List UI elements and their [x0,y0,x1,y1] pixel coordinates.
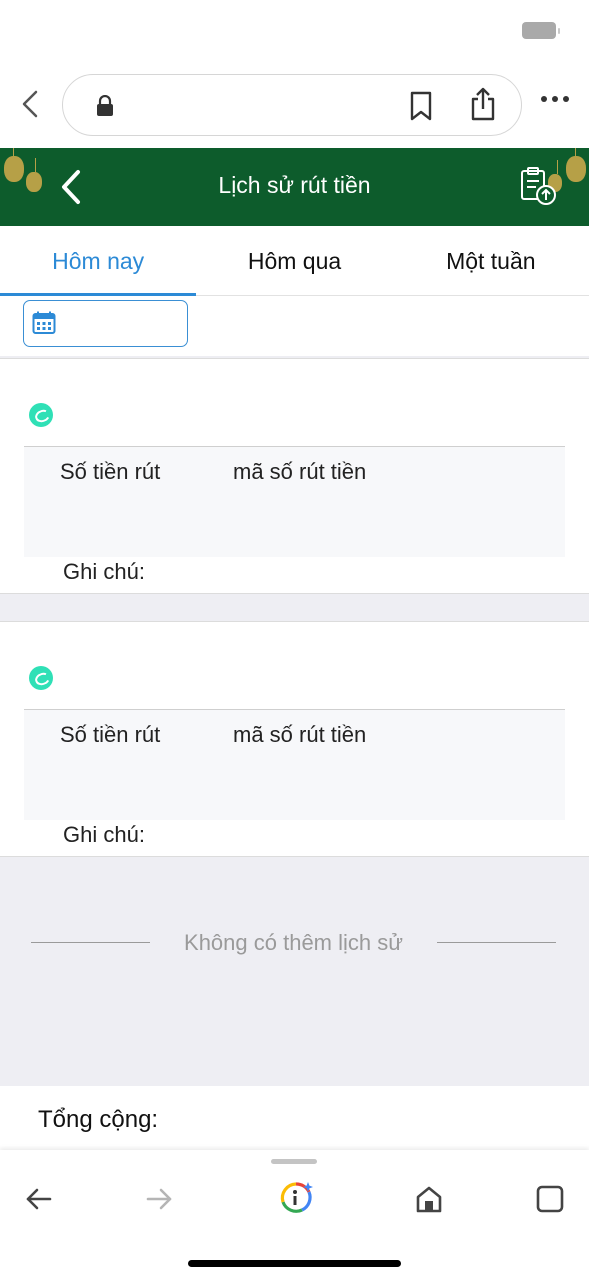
chevron-left-icon[interactable] [16,88,44,120]
page-title: Lịch sử rút tiền [218,172,371,198]
url-field[interactable] [62,74,522,136]
more-horizontal-icon[interactable] [540,94,570,104]
page: Lịch sử rút tiền Hôm nay Hôm qua Một tuầ… [0,0,589,1280]
lock-icon [97,95,113,116]
battery-icon [522,22,560,39]
google-lens-icon[interactable] [278,1180,314,1216]
total-label: Tổng cộng: [38,1106,159,1133]
total-bar: Tổng cộng: [0,1086,589,1150]
record-details: Số tiền rút mã số rút tiền [24,710,565,820]
tab-yesterday[interactable]: Hôm qua [196,226,392,295]
arrow-right-icon[interactable] [144,1184,174,1214]
withdrawal-code-label: mã số rút tiền [233,459,367,484]
note-label: Ghi chú: [63,822,145,847]
tab-today[interactable]: Hôm nay [0,226,197,296]
withdrawal-code-label: mã số rút tiền [233,722,367,747]
status-bar [0,0,589,64]
status-check-icon [29,666,53,690]
tabs-icon[interactable] [535,1184,565,1214]
app-header: Lịch sử rút tiền [0,148,589,226]
note-label: Ghi chú: [63,559,145,584]
browser-address-bar [0,64,589,148]
share-icon[interactable] [469,87,497,121]
tab-bar: Hôm nay Hôm qua Một tuần [0,226,589,296]
tab-one-week[interactable]: Một tuần [393,226,589,295]
amount-label: Số tiền rút [60,722,161,747]
clipboard-upload-icon[interactable] [518,166,558,206]
home-indicator [188,1260,401,1267]
divider [437,942,556,943]
withdrawal-record[interactable]: Số tiền rút mã số rút tiền Ghi chú: [0,358,589,594]
bookmark-icon[interactable] [409,91,433,121]
home-icon[interactable] [414,1184,444,1214]
sheet-grabber[interactable] [271,1159,317,1164]
end-of-list-indicator: Không có thêm lịch sử [0,926,589,960]
date-filter-row [0,296,589,356]
calendar-icon [32,311,56,334]
date-picker-input[interactable] [23,300,188,347]
arrow-left-icon[interactable] [24,1184,54,1214]
record-details: Số tiền rút mã số rút tiền [24,447,565,557]
browser-toolbar [0,1150,589,1280]
no-more-history-text: Không có thêm lịch sử [184,930,403,955]
withdrawal-record[interactable]: Số tiền rút mã số rút tiền Ghi chú: [0,621,589,857]
amount-label: Số tiền rút [60,459,161,484]
status-check-icon [29,403,53,427]
divider [31,942,150,943]
